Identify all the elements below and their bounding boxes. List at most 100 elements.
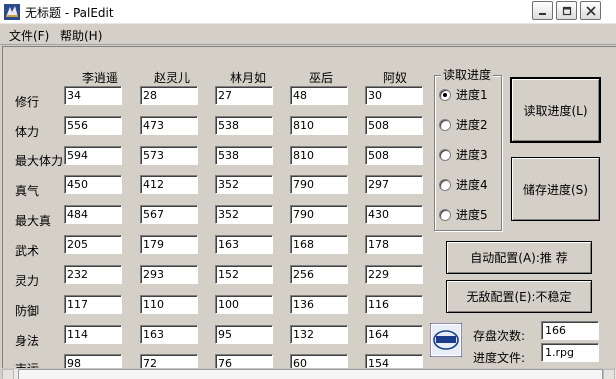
stat-field[interactable]: 48 — [290, 86, 348, 105]
app-icon — [4, 4, 20, 20]
stat-field[interactable]: 154 — [365, 354, 423, 370]
scroll-thumb[interactable] — [18, 369, 603, 379]
scroll-right-button[interactable] — [603, 369, 615, 379]
radio-progress-4[interactable]: 进度4 — [439, 176, 488, 193]
stat-field[interactable]: 100 — [215, 295, 273, 314]
invincible-config-button[interactable]: 无敌配置(E):不稳定 — [446, 280, 592, 313]
radio-progress-2[interactable]: 进度2 — [439, 116, 488, 133]
progress-file-value: 1.rpg — [541, 343, 599, 362]
stat-field[interactable]: 450 — [64, 175, 122, 194]
stat-field[interactable]: 556 — [64, 116, 122, 135]
row-label: 真气 — [15, 184, 40, 198]
radio-empty-icon — [439, 178, 451, 191]
stat-field[interactable]: 179 — [140, 235, 198, 254]
stat-field[interactable]: 352 — [215, 205, 273, 224]
stat-field[interactable]: 508 — [365, 146, 423, 165]
save-count-value: 166 — [541, 321, 599, 340]
stat-field[interactable]: 98 — [64, 354, 122, 370]
maximize-button[interactable] — [556, 1, 577, 20]
intel-inside-logo — [430, 323, 462, 357]
column-header-lin-yueru: 林月如 — [229, 71, 266, 85]
stat-field[interactable]: 352 — [215, 175, 273, 194]
load-progress-button[interactable]: 读取进度(L) — [510, 77, 601, 143]
stat-field[interactable]: 164 — [365, 325, 423, 344]
stat-field[interactable]: 60 — [290, 354, 348, 370]
stat-field[interactable]: 538 — [215, 146, 273, 165]
stat-field[interactable]: 412 — [140, 175, 198, 194]
stat-field[interactable]: 205 — [64, 235, 122, 254]
window-title: 无标题 - PalEdit — [25, 6, 114, 20]
stat-field[interactable]: 790 — [290, 175, 348, 194]
stat-field[interactable]: 136 — [290, 295, 348, 314]
minimize-icon — [538, 12, 546, 15]
radio-label: 进度1 — [456, 88, 488, 102]
stat-field[interactable]: 152 — [215, 265, 273, 284]
save-progress-button[interactable]: 储存进度(S) — [511, 157, 600, 221]
auto-config-button[interactable]: 自动配置(A):推 荐 — [446, 241, 592, 274]
row-label: 最大真 — [15, 214, 52, 228]
stat-field[interactable]: 178 — [365, 235, 423, 254]
stat-field[interactable]: 132 — [290, 325, 348, 344]
stat-field[interactable]: 538 — [215, 116, 273, 135]
stat-field[interactable]: 72 — [140, 354, 198, 370]
column-header-li-xiaoyao: 李逍遥 — [81, 71, 118, 85]
column-header-zhao-linger: 赵灵儿 — [153, 71, 190, 85]
progress-group-title: 读取进度 — [441, 66, 494, 83]
stat-field[interactable]: 34 — [64, 86, 122, 105]
stat-field[interactable]: 95 — [215, 325, 273, 344]
stat-field[interactable]: 163 — [140, 325, 198, 344]
stat-field[interactable]: 116 — [365, 295, 423, 314]
stat-field[interactable]: 567 — [140, 205, 198, 224]
radio-empty-icon — [439, 208, 451, 221]
stat-field[interactable]: 117 — [64, 295, 122, 314]
menu-bar: 文件(F) 帮助(H) — [0, 25, 616, 45]
row-label: 灵力 — [15, 274, 40, 288]
radio-progress-5[interactable]: 进度5 — [439, 206, 488, 223]
radio-empty-icon — [439, 118, 451, 131]
stat-field[interactable]: 293 — [140, 265, 198, 284]
stat-field[interactable]: 790 — [290, 205, 348, 224]
stat-field[interactable]: 163 — [215, 235, 273, 254]
close-icon — [585, 5, 596, 16]
stat-field[interactable]: 28 — [140, 86, 198, 105]
radio-label: 进度3 — [456, 148, 488, 162]
radio-progress-3[interactable]: 进度3 — [439, 146, 488, 163]
horizontal-scrollbar[interactable] — [2, 368, 616, 379]
close-button[interactable] — [580, 1, 601, 20]
stat-field[interactable]: 256 — [290, 265, 348, 284]
stat-field[interactable]: 810 — [290, 146, 348, 165]
column-header-a-nu: 阿奴 — [382, 71, 407, 85]
stat-field[interactable]: 594 — [64, 146, 122, 165]
title-bar[interactable]: 无标题 - PalEdit — [0, 0, 616, 24]
menu-file[interactable]: 文件(F) — [9, 27, 49, 44]
stat-field[interactable]: 430 — [365, 205, 423, 224]
scroll-left-button[interactable] — [2, 369, 14, 379]
progress-file-label: 进度文件: — [473, 351, 526, 365]
stat-field[interactable]: 168 — [290, 235, 348, 254]
menu-help[interactable]: 帮助(H) — [60, 27, 102, 44]
stat-field[interactable]: 114 — [64, 325, 122, 344]
stat-field[interactable]: 297 — [365, 175, 423, 194]
stat-field[interactable]: 232 — [64, 265, 122, 284]
row-label: 修行 — [15, 95, 40, 109]
row-label: 武术 — [15, 244, 40, 258]
stat-field[interactable]: 27 — [215, 86, 273, 105]
stat-field[interactable]: 810 — [290, 116, 348, 135]
stat-field[interactable]: 508 — [365, 116, 423, 135]
maximize-icon — [562, 6, 571, 15]
stat-field[interactable]: 30 — [365, 86, 423, 105]
stat-field[interactable]: 76 — [215, 354, 273, 370]
stat-field[interactable]: 573 — [140, 146, 198, 165]
stat-field[interactable]: 229 — [365, 265, 423, 284]
column-header-wu-hou: 巫后 — [308, 71, 333, 85]
row-label: 身法 — [15, 334, 40, 348]
row-label: 体力 — [15, 125, 40, 139]
row-label: 防御 — [15, 304, 40, 318]
minimize-button[interactable] — [532, 1, 553, 20]
radio-progress-1[interactable]: 进度1 — [439, 86, 488, 103]
stat-field[interactable]: 110 — [140, 295, 198, 314]
radio-label: 进度2 — [456, 118, 488, 132]
stat-field[interactable]: 473 — [140, 116, 198, 135]
radio-label: 进度5 — [456, 208, 488, 222]
stat-field[interactable]: 484 — [64, 205, 122, 224]
